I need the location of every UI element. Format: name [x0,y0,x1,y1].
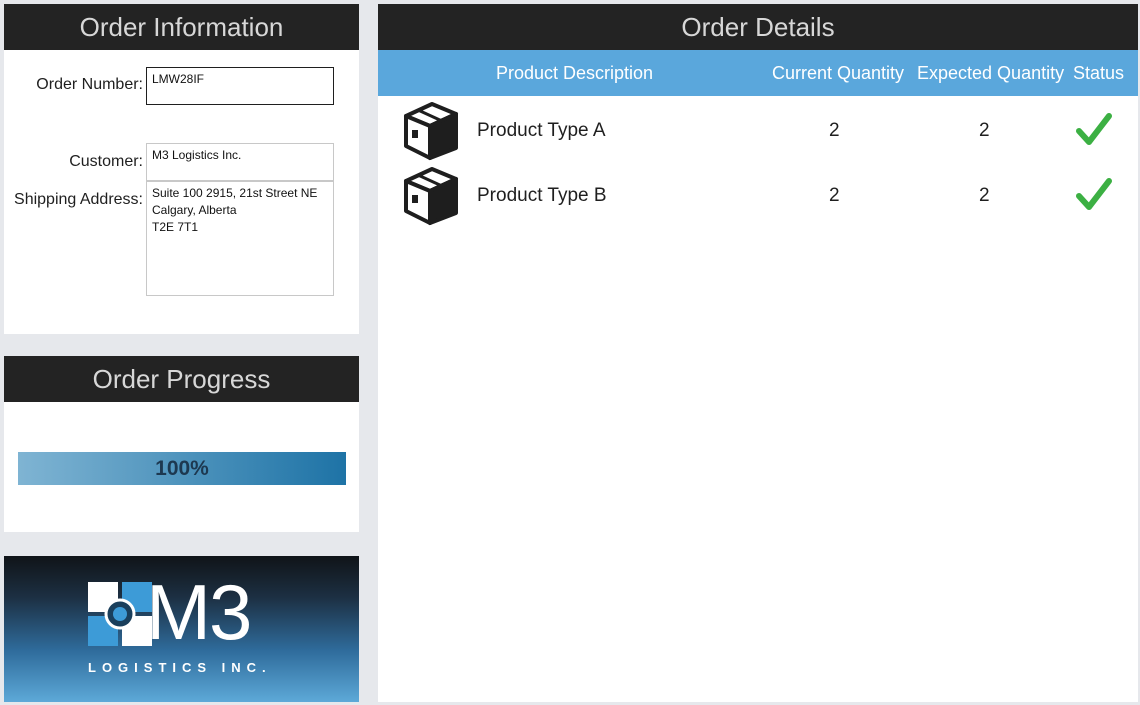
order-number-label: Order Number: [36,76,143,93]
column-header-status[interactable]: Status [1073,50,1124,96]
column-header-product-description[interactable]: Product Description [496,50,653,96]
box-icon [404,102,458,160]
product-description: Product Type B [477,185,607,206]
expected-quantity: 2 [979,185,990,206]
check-icon [1076,113,1112,145]
order-information-panel: Order Information Order Number: LMW28IF … [4,4,359,334]
order-progress-panel: Order Progress 100% [4,356,359,532]
logo-name: M3 [146,568,252,656]
order-details-panel: Order Details Product Description Curren… [378,4,1138,702]
current-quantity: 2 [829,185,840,206]
order-information-title: Order Information [4,4,359,50]
logo-tagline: LOGISTICS INC. [88,660,272,675]
column-header-expected-quantity[interactable]: Expected Quantity [917,50,1064,96]
customer-field[interactable]: M3 Logistics Inc. [146,143,334,181]
order-details-title: Order Details [378,4,1138,50]
shipping-address-field[interactable]: Suite 100 2915, 21st Street NE Calgary, … [146,181,334,296]
order-progress-title: Order Progress [4,356,359,402]
current-quantity: 2 [829,120,840,141]
table-row[interactable]: Product Type B 2 2 [378,163,1138,227]
order-number-field[interactable]: LMW28IF [146,67,334,105]
table-row[interactable]: Product Type A 2 2 [378,98,1138,162]
order-progress-label: 100% [155,457,209,480]
order-progress-bar: 100% [18,452,346,485]
column-header-current-quantity[interactable]: Current Quantity [772,50,904,96]
expected-quantity: 2 [979,120,990,141]
customer-label: Customer: [69,153,143,170]
box-icon [404,167,458,225]
check-icon [1076,178,1112,210]
shipping-address-label: Shipping Address: [14,191,143,208]
company-logo-panel: M3 LOGISTICS INC. [4,556,359,702]
product-description: Product Type A [477,120,606,141]
order-details-table-header: Product Description Current Quantity Exp… [378,50,1138,96]
